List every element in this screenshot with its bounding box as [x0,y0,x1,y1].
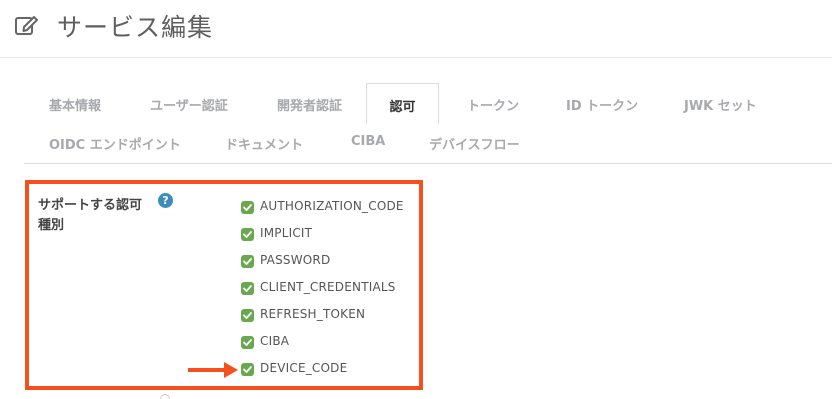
checkbox-checked-icon[interactable] [241,228,254,241]
edit-icon [15,16,38,35]
grant-label: AUTHORIZATION_CODE [260,199,404,213]
tab-user-auth[interactable]: ユーザー認証 [150,95,228,114]
grant-label: CIBA [260,334,290,348]
grant-label: REFRESH_TOKEN [260,307,366,321]
tab-jwk-set[interactable]: JWK セット [684,95,757,114]
tab-developer-auth[interactable]: 開発者認証 [277,95,342,114]
checkbox-checked-icon[interactable] [241,309,254,322]
checkbox-checked-icon[interactable] [241,282,254,295]
tab-authorization[interactable]: 認可 [366,83,439,124]
grant-label: IMPLICIT [260,226,313,240]
page-title: サービス編集 [57,13,214,42]
tab-bar: 基本情報 ユーザー認証 開発者認証 認可 トークン ID トークン JWK セッ… [24,82,832,164]
arrow-right-icon [188,362,238,378]
tab-token[interactable]: トークン [467,95,519,114]
tab-basic-info[interactable]: 基本情報 [49,95,101,114]
grant-types-label-line2: 種別 [38,218,65,233]
grant-types-label: サポートする認可 種別 [38,196,148,236]
grant-label: CLIENT_CREDENTIALS [260,280,396,294]
grant-types-label-line1: サポートする認可 [38,198,143,213]
tab-documents[interactable]: ドキュメント [225,134,303,153]
tab-device-flow[interactable]: デバイスフロー [429,134,520,153]
checkbox-checked-icon[interactable] [241,336,254,349]
tab-id-token[interactable]: ID トークン [566,95,638,114]
next-field-help-icon [160,394,170,399]
checkbox-checked-icon[interactable] [241,363,254,376]
tab-oidc-endpoint[interactable]: OIDC エンドポイント [49,134,181,153]
help-icon[interactable]: ? [158,193,173,208]
grant-label: DEVICE_CODE [260,361,348,375]
checkbox-checked-icon[interactable] [241,255,254,268]
grant-label: PASSWORD [260,253,331,267]
tab-ciba[interactable]: CIBA [351,134,385,149]
page-header: サービス編集 [0,0,832,58]
checkbox-checked-icon[interactable] [241,201,254,214]
